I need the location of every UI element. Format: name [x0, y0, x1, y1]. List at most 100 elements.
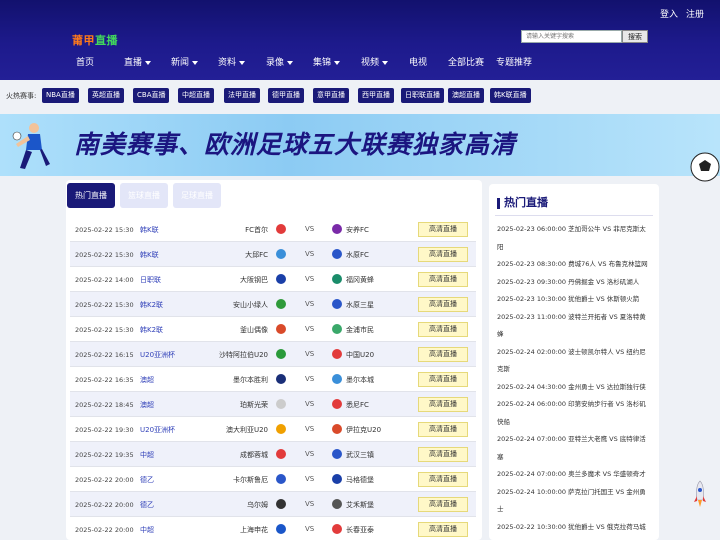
hot-tag-2[interactable]: CBA直播 [133, 88, 170, 103]
sidebar-item[interactable]: 2025-02-24 07:00:00 亚特兰大老鹰 VS 底特律活 [497, 431, 653, 449]
match-time: 2025-02-22 19:35 [75, 451, 134, 459]
home-team-logo-icon [276, 374, 286, 384]
away-team: 伊拉克U20 [346, 426, 382, 434]
match-time: 2025-02-22 16:35 [75, 376, 134, 384]
nav-item-4[interactable]: 录像 [266, 55, 294, 68]
sidebar-item[interactable]: 2025-02-23 08:30:00 费城76人 VS 布鲁克林篮网 [497, 256, 653, 274]
sidebar-item[interactable]: 2025-02-22 10:30:00 犹他爵士 VS 俄克拉荷马城 [497, 519, 653, 537]
chevron-down-icon [287, 60, 294, 65]
nav-item-2[interactable]: 新闻 [171, 55, 199, 68]
nav-item-5[interactable]: 集锦 [313, 55, 341, 68]
back-to-top-rocket-icon[interactable] [692, 480, 708, 508]
hot-tag-4[interactable]: 法甲直播 [224, 88, 260, 103]
nav-item-8[interactable]: 全部比赛 [448, 55, 484, 68]
hot-tag-6[interactable]: 意甲直播 [313, 88, 349, 103]
hd-live-button[interactable]: 高清直播 [418, 397, 468, 412]
main-nav: 首页 直播 新闻 资料 录像 集锦 视频 电视 全部比赛 专题推荐 [0, 55, 720, 73]
home-team-logo-icon [276, 474, 286, 484]
site-logo[interactable]: 莆甲直播 [72, 32, 118, 48]
tab-1[interactable]: 篮球直播 [120, 183, 168, 208]
match-league[interactable]: 德乙 [140, 475, 154, 485]
hot-tag-5[interactable]: 德甲直播 [268, 88, 304, 103]
search-input[interactable] [521, 30, 622, 43]
nav-item-1[interactable]: 直播 [124, 55, 152, 68]
match-time: 2025-02-22 20:00 [75, 476, 134, 484]
search-button[interactable]: 搜索 [622, 30, 648, 43]
nav-item-6[interactable]: 视频 [361, 55, 389, 68]
nav-item-label: 视频 [361, 58, 380, 68]
match-league[interactable]: 日职联 [140, 275, 161, 285]
nav-item-3[interactable]: 资料 [218, 55, 246, 68]
hot-tag-8[interactable]: 日职联直播 [401, 88, 444, 103]
tab-2[interactable]: 足球直播 [173, 183, 221, 208]
sidebar-item[interactable]: 塞 [497, 449, 653, 467]
hd-live-button[interactable]: 高清直播 [418, 322, 468, 337]
match-league[interactable]: 韩K联 [140, 250, 159, 260]
tab-0[interactable]: 热门直播 [67, 183, 115, 208]
hot-tag-0[interactable]: NBA直播 [42, 88, 79, 103]
hot-tag-10[interactable]: 韩K联直播 [490, 88, 531, 103]
hot-tag-1[interactable]: 英超直播 [88, 88, 124, 103]
hot-tag-9[interactable]: 澳超直播 [448, 88, 484, 103]
sidebar-item[interactable]: 2025-02-23 06:00:00 芝加哥公牛 VS 菲尼克斯太 [497, 221, 653, 239]
register-link[interactable]: 注册 [686, 7, 704, 20]
sidebar-item[interactable]: 2025-02-23 11:00:00 波特兰开拓者 VS 夏洛特黄 [497, 309, 653, 327]
home-team: 乌尔姆 [247, 501, 268, 509]
sidebar-item[interactable]: 2025-02-24 06:00:00 印第安纳步行者 VS 洛杉矶 [497, 396, 653, 414]
hot-tag-7[interactable]: 西甲直播 [358, 88, 394, 103]
away-team: 悉尼FC [346, 401, 369, 409]
sidebar-item[interactable]: 士 [497, 501, 653, 519]
sidebar-item[interactable]: 蜂 [497, 326, 653, 344]
hd-live-button[interactable]: 高清直播 [418, 497, 468, 512]
match-league[interactable]: 澳超 [140, 375, 154, 385]
hd-live-button[interactable]: 高清直播 [418, 347, 468, 362]
hd-live-button[interactable]: 高清直播 [418, 422, 468, 437]
match-league[interactable]: U20亚洲杯 [140, 350, 175, 360]
sidebar-item[interactable]: 2025-02-24 04:30:00 金州勇士 VS 达拉斯独行侠 [497, 379, 653, 397]
nav-item-0[interactable]: 首页 [76, 55, 94, 68]
sidebar-item[interactable]: 快船 [497, 414, 653, 432]
match-league[interactable]: 德乙 [140, 500, 154, 510]
sidebar-item[interactable]: 阳 [497, 239, 653, 257]
table-row: 2025-02-22 19:35 中超 成都蓉城 VS 武汉三镇 高清直播 [70, 442, 476, 467]
sidebar-title-text: 热门直播 [504, 196, 548, 209]
sidebar-item[interactable]: 雷霆 [497, 536, 653, 540]
hd-live-button[interactable]: 高清直播 [418, 522, 468, 537]
hot-tag-3[interactable]: 中超直播 [178, 88, 214, 103]
sidebar-item[interactable]: 克斯 [497, 361, 653, 379]
vs-label: VS [305, 525, 315, 533]
match-league[interactable]: 韩K联 [140, 225, 159, 235]
sidebar-item[interactable]: 2025-02-24 10:00:00 萨克拉门托国王 VS 金州勇 [497, 484, 653, 502]
nav-item-label: 全部比赛 [448, 58, 485, 68]
table-row: 2025-02-22 16:35 澳超 墨尔本胜利 VS 墨尔本城 高清直播 [70, 367, 476, 392]
home-team: 釜山偶像 [240, 326, 268, 334]
match-league[interactable]: 澳超 [140, 400, 154, 410]
match-league[interactable]: 中超 [140, 525, 154, 535]
home-team-logo-icon [276, 424, 286, 434]
hd-live-button[interactable]: 高清直播 [418, 447, 468, 462]
hd-live-button[interactable]: 高清直播 [418, 272, 468, 287]
away-team: 墨尔本城 [346, 376, 374, 384]
nav-item-7[interactable]: 电视 [409, 55, 427, 68]
match-league[interactable]: 中超 [140, 450, 154, 460]
match-league[interactable]: U20亚洲杯 [140, 425, 175, 435]
sidebar-item[interactable]: 2025-02-24 07:00:00 奥兰多魔术 VS 华盛顿奇才 [497, 466, 653, 484]
hd-live-button[interactable]: 高清直播 [418, 372, 468, 387]
home-team-logo-icon [276, 274, 286, 284]
login-link[interactable]: 登入 [660, 7, 678, 20]
banner[interactable]: 南美赛事、欧洲足球五大联赛独家高清 [0, 114, 720, 176]
hd-live-button[interactable]: 高清直播 [418, 472, 468, 487]
match-league[interactable]: 韩K2联 [140, 300, 163, 310]
hd-live-button[interactable]: 高清直播 [418, 222, 468, 237]
match-league[interactable]: 韩K2联 [140, 325, 163, 335]
sidebar-item[interactable]: 2025-02-23 10:30:00 犹他爵士 VS 休斯顿火箭 [497, 291, 653, 309]
auth-links: 登入 注册 [660, 7, 704, 20]
sidebar-item[interactable]: 2025-02-23 09:30:00 丹佛掘金 VS 洛杉矶湖人 [497, 274, 653, 292]
sidebar-item[interactable]: 2025-02-24 02:00:00 波士顿凯尔特人 VS 纽约尼 [497, 344, 653, 362]
hd-live-button[interactable]: 高清直播 [418, 247, 468, 262]
hd-live-button[interactable]: 高清直播 [418, 297, 468, 312]
away-team-logo-icon [332, 399, 342, 409]
nav-item-9[interactable]: 专题推荐 [496, 55, 532, 68]
chevron-down-icon [382, 60, 389, 65]
table-row: 2025-02-22 19:30 U20亚洲杯 澳大利亚U20 VS 伊拉克U20 高清直… [70, 417, 476, 442]
